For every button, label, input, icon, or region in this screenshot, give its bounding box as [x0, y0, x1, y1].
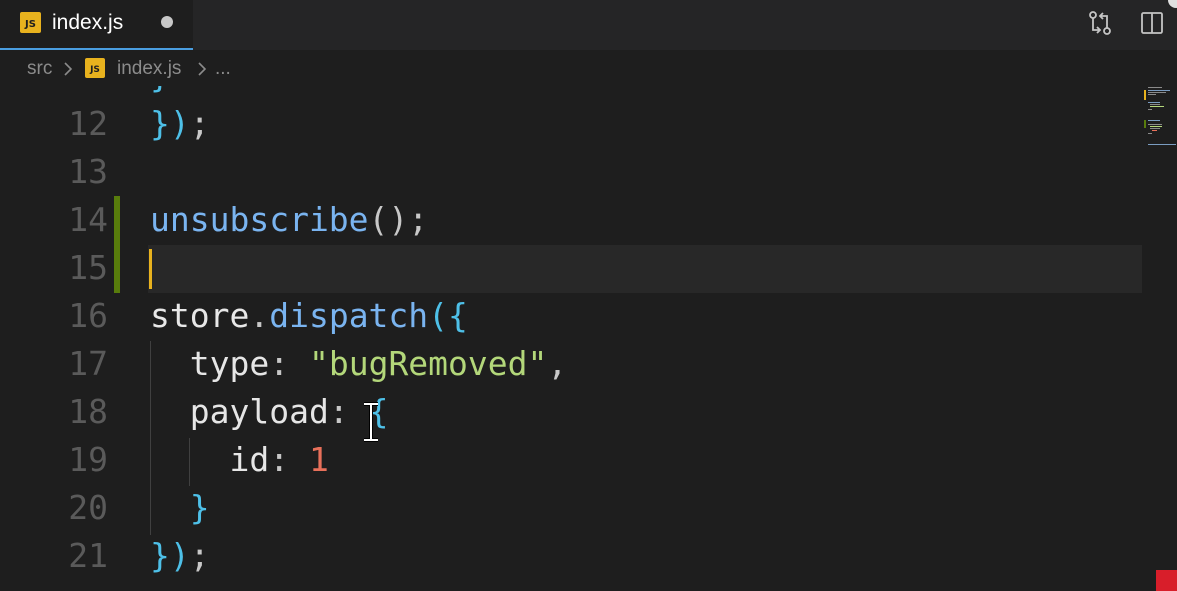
- git-compare-icon[interactable]: [1087, 10, 1113, 36]
- code-token: type: [150, 344, 270, 383]
- minimap[interactable]: [1142, 86, 1177, 156]
- code-line[interactable]: 12});: [0, 100, 1177, 148]
- code-token: ;: [408, 200, 429, 239]
- code-token: }): [150, 536, 190, 575]
- code-token: ({: [428, 296, 468, 335]
- code-line[interactable]: 17 type: "bugRemoved",: [0, 340, 1177, 388]
- chevron-right-icon: [198, 62, 207, 76]
- code-token: "bugRemoved": [308, 344, 548, 383]
- line-number: 13: [68, 152, 108, 191]
- code-token: 1: [308, 440, 329, 479]
- code-token: payload: [150, 392, 329, 431]
- code-token: :: [269, 344, 309, 383]
- code-token: ,: [547, 344, 568, 383]
- tab-index-js[interactable]: JS index.js: [0, 0, 193, 50]
- line-code: payload: {: [150, 388, 389, 436]
- scrolled-off-code: }: [150, 86, 170, 100]
- line-code: }: [150, 484, 210, 532]
- breadcrumb-more[interactable]: ...: [215, 56, 231, 82]
- breadcrumb: src JS index.js ...: [0, 52, 1140, 86]
- code-token: ;: [189, 104, 210, 143]
- code-token: :: [269, 440, 309, 479]
- indent-guide: [189, 438, 190, 486]
- line-number: 18: [68, 392, 108, 431]
- ibeam-cursor-icon: [364, 402, 378, 442]
- line-number: 15: [68, 248, 108, 287]
- code-editor[interactable]: } 12}); 13 14 unsubscribe(); 15 16 store.dispa…: [0, 86, 1177, 591]
- code-token: id: [150, 440, 270, 479]
- line-code: });: [150, 100, 210, 148]
- code-line[interactable]: 21});: [0, 532, 1177, 580]
- code-token: unsubscribe: [150, 200, 369, 239]
- code-line[interactable]: 15: [0, 244, 1177, 292]
- chevron-right-icon: [64, 62, 73, 76]
- tab-label[interactable]: index.js: [52, 10, 123, 36]
- code-line[interactable]: 20 }: [0, 484, 1177, 532]
- javascript-file-icon: JS: [20, 12, 41, 33]
- line-number: 19: [68, 440, 108, 479]
- code-line[interactable]: 16 store.dispatch({: [0, 292, 1177, 340]
- line-number: 12: [68, 104, 108, 143]
- breadcrumb-file-index-js[interactable]: index.js: [117, 56, 181, 82]
- line-number: 20: [68, 488, 108, 527]
- editor-tab-bar: JS index.js: [0, 0, 1177, 50]
- code-line[interactable]: 13: [0, 148, 1177, 196]
- line-number: 14: [68, 200, 108, 239]
- line-number: 16: [68, 296, 108, 335]
- breadcrumb-folder-src[interactable]: src: [27, 56, 52, 82]
- code-token: .: [249, 296, 270, 335]
- unsaved-dot-icon[interactable]: [161, 16, 173, 28]
- code-line[interactable]: 19 id: 1: [0, 436, 1177, 484]
- code-token: dispatch: [269, 296, 429, 335]
- line-code: store.dispatch({: [150, 292, 468, 340]
- code-token: }): [150, 104, 190, 143]
- javascript-file-icon: JS: [85, 58, 105, 78]
- line-code: });: [150, 532, 210, 580]
- split-editor-icon[interactable]: [1139, 10, 1165, 36]
- code-token: ;: [189, 536, 210, 575]
- text-cursor: [149, 249, 152, 289]
- code-token: }: [150, 488, 210, 527]
- line-number: 21: [68, 536, 108, 575]
- code-line[interactable]: 18 payload: {: [0, 388, 1177, 436]
- line-code: unsubscribe();: [150, 196, 428, 244]
- code-token: (): [368, 200, 409, 239]
- code-token: store: [150, 296, 250, 335]
- line-code: type: "bugRemoved",: [150, 340, 568, 388]
- indent-guide: [150, 341, 151, 535]
- line-number: 17: [68, 344, 108, 383]
- line-code: id: 1: [150, 436, 329, 484]
- code-line[interactable]: 14 unsubscribe();: [0, 196, 1177, 244]
- corner-logo-mark: [1156, 570, 1177, 591]
